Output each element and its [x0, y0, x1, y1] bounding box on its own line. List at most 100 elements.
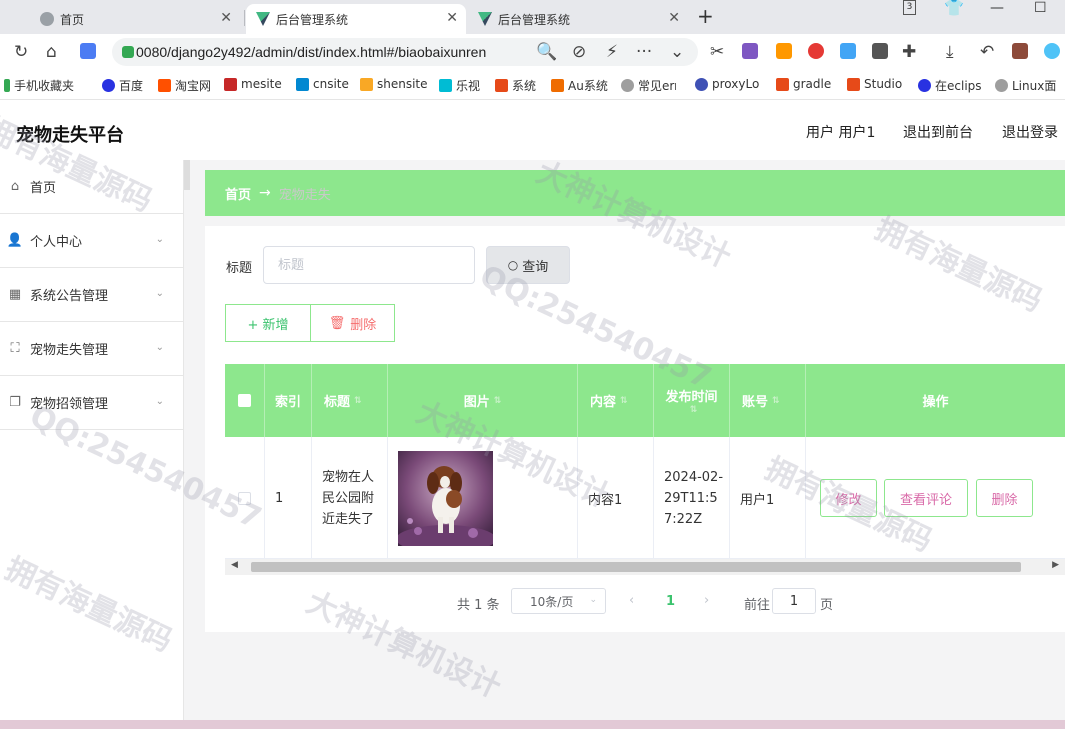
- content-cell: 内容1: [578, 437, 654, 559]
- reload-icon[interactable]: ↻: [14, 42, 28, 62]
- browser-tab-admin-active[interactable]: 后台管理系统 ✕: [246, 4, 466, 34]
- compass-icon[interactable]: ⊘: [572, 42, 586, 62]
- sidebar-item-notice[interactable]: ▦ 系统公告管理 ⌄: [0, 268, 184, 322]
- bookmark-item[interactable]: 淘宝网: [158, 77, 211, 94]
- minimize-icon[interactable]: —: [990, 0, 1004, 16]
- home-icon[interactable]: ⌂: [46, 42, 57, 62]
- query-button[interactable]: ○ 查询: [486, 246, 570, 284]
- scrollbar-thumb[interactable]: [251, 562, 1021, 572]
- pet-photo[interactable]: [398, 450, 493, 546]
- weibo-icon[interactable]: [808, 43, 824, 59]
- screenshot-icon[interactable]: [872, 43, 888, 59]
- search-icon[interactable]: 🔍: [536, 42, 557, 62]
- app-header: 宠物走失平台 用户 用户1 退出到前台 退出登录: [0, 100, 1065, 160]
- column-header-title[interactable]: 标题 ⇅: [312, 364, 388, 437]
- view-comments-button[interactable]: 查看评论: [884, 479, 968, 517]
- breadcrumb-home[interactable]: 首页: [225, 184, 251, 203]
- bookmark-item[interactable]: Studio: [847, 77, 902, 91]
- page-size-select[interactable]: 10条/页 ⌄: [511, 588, 606, 614]
- sort-icon[interactable]: ⇅: [772, 396, 780, 406]
- title-search-input[interactable]: [263, 246, 475, 284]
- browser-tab-home[interactable]: 首页 ✕: [30, 4, 240, 34]
- column-header-account[interactable]: 账号 ⇅: [730, 364, 806, 437]
- bookmark-item[interactable]: gradle: [776, 77, 831, 91]
- bookmark-item[interactable]: 在eclips: [918, 77, 982, 94]
- close-icon[interactable]: ✕: [220, 10, 232, 26]
- search-icon: ○: [507, 258, 519, 272]
- sidebar-scrollbar[interactable]: [184, 160, 190, 190]
- puzzle-icon[interactable]: ✚: [902, 42, 916, 62]
- baidu-icon: [918, 79, 931, 92]
- bookmark-item[interactable]: proxyLo: [695, 77, 759, 91]
- bookmark-item[interactable]: Au系统: [551, 77, 608, 94]
- select-all-checkbox[interactable]: [238, 394, 251, 407]
- bookmark-item[interactable]: shensite: [360, 77, 428, 91]
- back-to-front-link[interactable]: 退出到前台: [903, 122, 973, 142]
- briefcase-icon[interactable]: [1012, 43, 1028, 59]
- sidebar-item-home[interactable]: ⌂ 首页: [0, 160, 184, 214]
- bookmark-item[interactable]: 手机收藏夹: [4, 77, 74, 94]
- sort-icon[interactable]: ⇅: [494, 396, 502, 406]
- sidebar-item-profile[interactable]: 👤 个人中心 ⌄: [0, 214, 184, 268]
- current-page-number[interactable]: 1: [666, 594, 675, 609]
- column-header-label: 图片: [463, 395, 490, 410]
- trash-icon: 🗑: [328, 315, 346, 331]
- edit-button[interactable]: 修改: [820, 479, 877, 517]
- tab-count-badge[interactable]: 3: [903, 0, 916, 15]
- bookmark-label: Linux面: [1012, 79, 1057, 93]
- maximize-icon[interactable]: ☐: [1034, 0, 1047, 16]
- scroll-right-icon[interactable]: ▶: [1052, 560, 1059, 570]
- browser-tab-admin[interactable]: 后台管理系统 ✕: [468, 4, 688, 34]
- game-icon[interactable]: [776, 43, 792, 59]
- prev-page-icon[interactable]: ‹: [629, 593, 634, 608]
- add-button[interactable]: + 新增: [225, 304, 311, 342]
- sort-icon[interactable]: ⇅: [354, 396, 362, 406]
- column-header-content[interactable]: 内容 ⇅: [578, 364, 654, 437]
- browser-tab-bar: 首页 ✕ 后台管理系统 ✕ 后台管理系统 ✕ + 3 👕 — ☐: [0, 0, 1065, 34]
- tv-icon: [439, 79, 452, 92]
- bookmark-item[interactable]: 乐视: [439, 77, 480, 94]
- column-header-time[interactable]: 发布时间 ⇅: [654, 364, 730, 437]
- row-checkbox[interactable]: [238, 491, 251, 505]
- mail-icon[interactable]: [840, 43, 856, 59]
- bookmark-item[interactable]: 百度: [102, 77, 143, 94]
- sort-icon[interactable]: ⇅: [620, 396, 628, 406]
- chevron-down-icon[interactable]: ⌄: [670, 42, 684, 62]
- bookmark-item[interactable]: 系统: [495, 77, 536, 94]
- new-tab-button[interactable]: +: [697, 4, 714, 28]
- logout-link[interactable]: 退出登录: [1002, 122, 1058, 142]
- bookmark-item[interactable]: mesite: [224, 77, 282, 91]
- bolt-icon[interactable]: ⚡: [606, 42, 618, 62]
- shirt-icon[interactable]: 👕: [944, 0, 964, 17]
- row-delete-button[interactable]: 删除: [976, 479, 1033, 517]
- download-icon[interactable]: ⤓: [946, 42, 954, 62]
- column-header-image[interactable]: 图片 ⇅: [388, 364, 578, 437]
- column-header-label: 标题: [324, 395, 351, 410]
- scroll-left-icon[interactable]: ◀: [231, 560, 238, 570]
- batch-delete-button[interactable]: 🗑 删除: [310, 304, 395, 342]
- table-horizontal-scrollbar[interactable]: ◀ ▶: [225, 559, 1065, 575]
- bookmark-item[interactable]: Linux面: [995, 77, 1056, 94]
- more-icon[interactable]: ···: [636, 42, 652, 62]
- next-page-icon[interactable]: ›: [704, 593, 709, 608]
- translate-icon[interactable]: [742, 43, 758, 59]
- sort-icon[interactable]: ⇅: [690, 405, 698, 415]
- bookmark-label: 百度: [119, 79, 144, 93]
- query-button-label: 查询: [522, 259, 549, 275]
- close-icon[interactable]: ✕: [668, 10, 680, 26]
- undo-icon[interactable]: ↶: [980, 42, 994, 62]
- goto-page-input[interactable]: 1: [772, 588, 816, 614]
- scissors-icon[interactable]: ✂: [710, 42, 724, 62]
- ai-extension-icon[interactable]: [80, 43, 96, 59]
- sidebar-item-label: 宠物走失管理: [30, 343, 109, 358]
- column-header-index[interactable]: 索引: [265, 364, 312, 437]
- bookmark-item[interactable]: 常见err: [621, 77, 676, 94]
- bookmark-item[interactable]: cnsite: [296, 77, 349, 91]
- sidebar-item-lost-pets[interactable]: ⛶ 宠物走失管理 ⌄: [0, 322, 184, 376]
- proxy-icon: [695, 77, 708, 91]
- close-icon[interactable]: ✕: [446, 10, 458, 26]
- sidebar-item-found-pets[interactable]: ❐ 宠物招领管理 ⌄: [0, 376, 184, 430]
- header-select-all[interactable]: [225, 364, 265, 437]
- breadcrumb-current: 宠物走失: [278, 187, 331, 203]
- edge-icon[interactable]: [1044, 43, 1060, 59]
